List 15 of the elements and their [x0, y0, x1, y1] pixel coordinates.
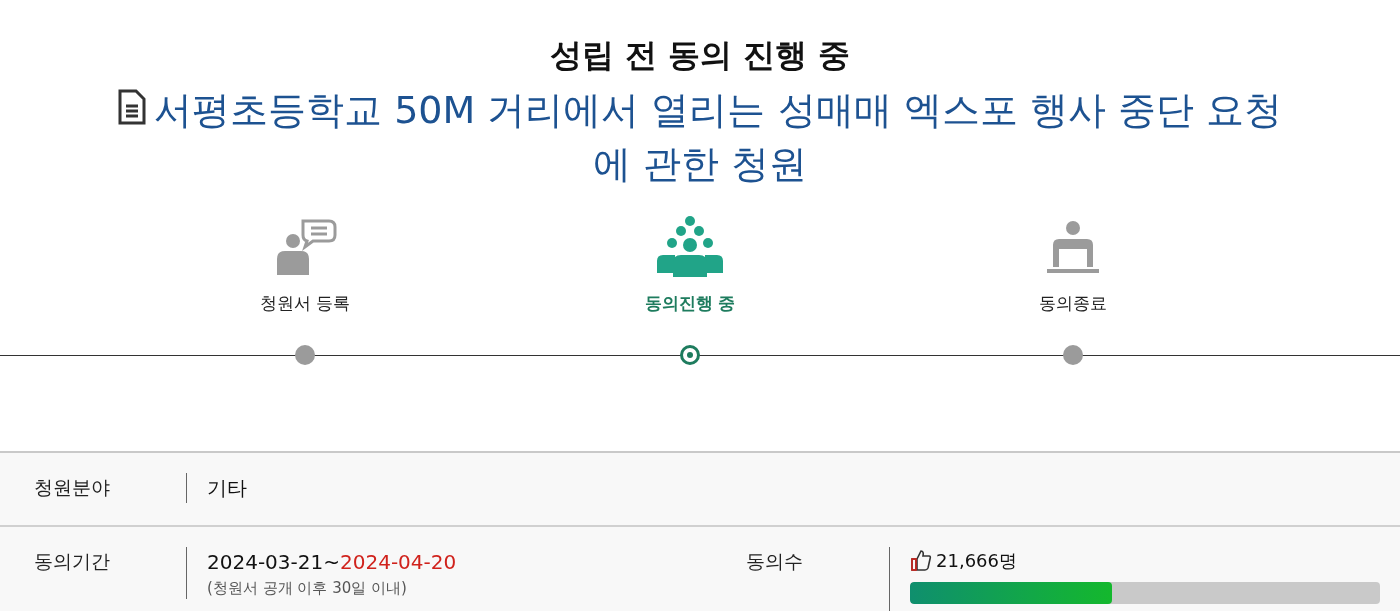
period-text: 2024-03-21~2024-04-20: [207, 548, 458, 576]
field-value: 기타: [186, 472, 247, 503]
field-label: 동의수: [746, 548, 804, 574]
field-label: 동의기간: [33, 548, 111, 574]
crowd-icon: [655, 214, 725, 277]
step-label: 동의종료: [1039, 291, 1107, 315]
period-note: (청원서 공개 이후 30일 이내): [207, 577, 408, 599]
petition-title: 서평초등학교 50M 거리에서 열리는 성매매 엑스포 행사 중단 요청에 관한 청원: [154, 88, 1282, 186]
field-label: 청원분야: [33, 474, 111, 500]
count-value: 21,666명: [936, 548, 1017, 573]
thumbs-up-icon: [910, 548, 932, 573]
status-heading: 성립 전 동의 진행 중: [548, 35, 852, 75]
document-icon: [118, 89, 147, 126]
step-label: 청원서 등록: [259, 291, 351, 315]
step-label: 동의진행 중: [644, 291, 736, 315]
